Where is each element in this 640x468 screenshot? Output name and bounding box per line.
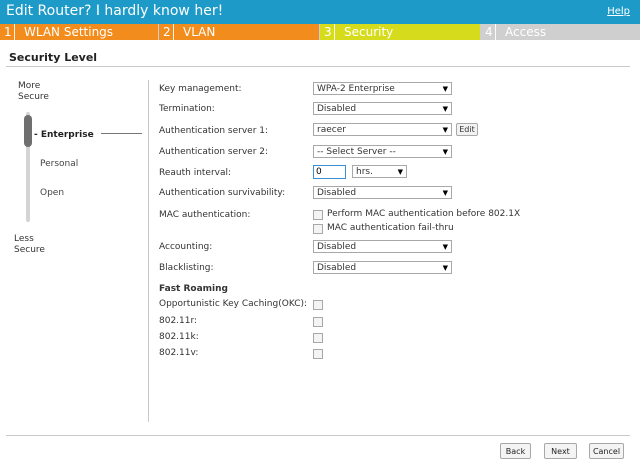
more-secure-label: More Secure [18,81,49,103]
mac-auth-failthru-label: MAC authentication fail-thru [327,223,454,233]
tab-vlan[interactable]: 2 VLAN [159,24,319,40]
footer-divider [6,435,630,436]
tab-label: Access [505,25,547,39]
mac-auth-failthru-checkbox[interactable] [313,224,323,234]
tab-number: 2 [163,25,171,39]
tab-access[interactable]: 4 Access [481,24,640,40]
dropdown-arrow-icon: ▼ [442,264,448,272]
help-link[interactable]: Help [607,6,630,17]
tab-divider [173,24,174,40]
blacklisting-select[interactable]: Disabled ▼ [313,261,452,274]
accounting-label: Accounting: [159,242,213,252]
auth-server-2-select[interactable]: -- Select Server -- ▼ [313,145,452,158]
tab-number: 3 [324,25,332,39]
auth-server-1-label: Authentication server 1: [159,126,269,136]
tab-number: 4 [485,25,493,39]
dropdown-arrow-icon: ▼ [442,189,448,197]
select-value: hrs. [356,167,373,177]
termination-label: Termination: [159,104,215,114]
tab-label: VLAN [183,25,216,39]
auth-survivability-select[interactable]: Disabled ▼ [313,186,452,199]
reauth-unit-select[interactable]: hrs. ▼ [352,165,407,178]
blacklisting-label: Blacklisting: [159,263,214,273]
tab-label: Security [344,25,394,39]
tab-divider [14,24,15,40]
80211v-label: 802.11v: [159,348,199,358]
section-title: Security Level [9,51,98,64]
termination-select[interactable]: Disabled ▼ [313,102,452,115]
dropdown-arrow-icon: ▼ [442,85,448,93]
back-button[interactable]: Back [500,443,531,459]
level-open[interactable]: Open [40,188,64,198]
less-secure-line1: Less [14,234,34,244]
title-bar: Edit Router? I hardly know her! Help [0,0,640,24]
select-value: -- Select Server -- [317,147,396,157]
less-secure-label: Less Secure [14,234,45,256]
cancel-button[interactable]: Cancel [589,443,624,459]
80211k-checkbox[interactable] [313,333,323,343]
select-value: WPA-2 Enterprise [317,84,395,94]
dropdown-arrow-icon: ▼ [397,168,403,176]
next-button[interactable]: Next [544,443,577,459]
dropdown-arrow-icon: ▼ [442,126,448,134]
vertical-divider [148,80,149,422]
okc-label: Opportunistic Key Caching(OKC): [159,299,308,309]
okc-checkbox[interactable] [313,300,323,310]
level-enterprise[interactable]: - Enterprise [34,130,94,140]
mac-auth-label: MAC authentication: [159,210,251,220]
80211r-label: 802.11r: [159,316,198,326]
select-value: Disabled [317,242,357,252]
selected-pointer-line [101,133,142,134]
tab-wlan-settings[interactable]: 1 WLAN Settings [0,24,158,40]
tab-divider [495,24,496,40]
tab-divider [334,24,335,40]
wizard-tabs: 1 WLAN Settings 2 VLAN 3 Security 4 Acce… [0,24,640,40]
divider [6,66,630,67]
select-value: Disabled [317,104,357,114]
tab-security[interactable]: 3 Security [320,24,480,40]
tab-label: WLAN Settings [24,25,114,39]
window-title: Edit Router? I hardly know her! [6,3,224,19]
dropdown-arrow-icon: ▼ [442,105,448,113]
more-secure-line1: More [18,81,41,91]
mac-auth-before-label: Perform MAC authentication before 802.1X [327,209,521,219]
select-value: Disabled [317,263,357,273]
key-management-select[interactable]: WPA-2 Enterprise ▼ [313,82,452,95]
level-personal[interactable]: Personal [40,159,78,169]
80211k-label: 802.11k: [159,332,199,342]
key-management-label: Key management: [159,84,242,94]
mac-auth-before-checkbox[interactable] [313,210,323,220]
reauth-interval-label: Reauth interval: [159,168,232,178]
slider-handle[interactable] [24,115,32,147]
select-value: raecer [317,125,346,135]
dropdown-arrow-icon: ▼ [442,243,448,251]
80211v-checkbox[interactable] [313,349,323,359]
tab-number: 1 [4,25,12,39]
reauth-interval-input[interactable] [313,165,346,179]
less-secure-line2: Secure [14,245,45,255]
accounting-select[interactable]: Disabled ▼ [313,240,452,253]
dropdown-arrow-icon: ▼ [442,148,448,156]
edit-server-button[interactable]: Edit [456,123,478,136]
auth-server-2-label: Authentication server 2: [159,147,269,157]
80211r-checkbox[interactable] [313,317,323,327]
auth-server-1-select[interactable]: raecer ▼ [313,123,452,136]
more-secure-line2: Secure [18,92,49,102]
auth-survivability-label: Authentication survivability: [159,188,286,198]
select-value: Disabled [317,188,357,198]
fast-roaming-heading: Fast Roaming [159,284,228,294]
